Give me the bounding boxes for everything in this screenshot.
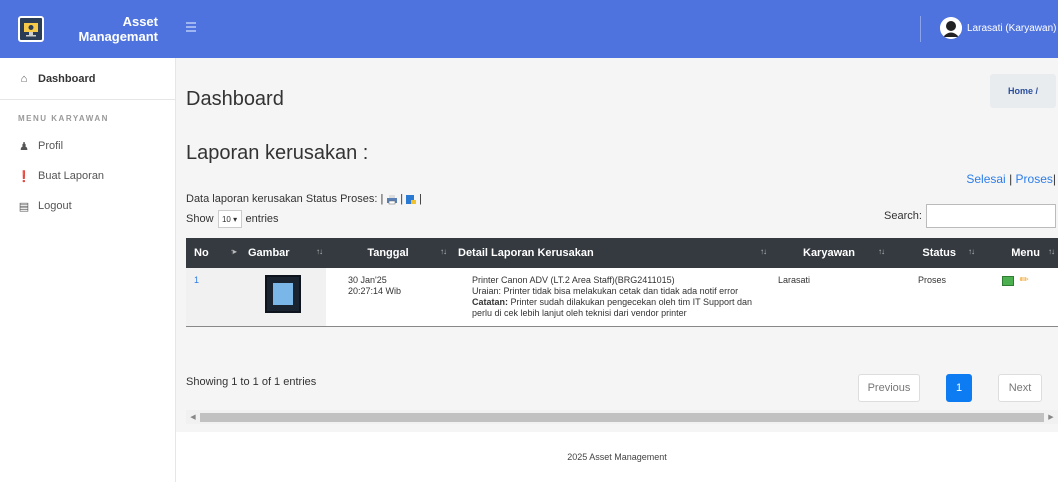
sidebar-item-label: Logout xyxy=(38,200,72,212)
edit-pencil-icon[interactable]: ✏ xyxy=(1020,275,1029,286)
footer-text: 2025 Asset Management xyxy=(567,452,667,462)
page-length-select[interactable]: 10 ▾ xyxy=(217,210,242,228)
sidebar: ⌂ Dashboard MENU KARYAWAN ♟ Profil ❗ Bua… xyxy=(0,58,176,482)
page-1-button[interactable]: 1 xyxy=(946,374,972,402)
excel-export-icon[interactable] xyxy=(405,194,417,205)
col-header-gambar[interactable]: Gambar ↑↓ xyxy=(240,238,326,268)
user-name: Larasati (Karyawan) xyxy=(967,22,1057,34)
search-control: Search: xyxy=(884,204,1056,228)
selesai-link[interactable]: Selesai xyxy=(966,172,1005,186)
table-caption: Data laporan kerusakan Status Proses: | … xyxy=(186,193,423,205)
sidebar-item-label: Profil xyxy=(38,140,64,152)
chevron-down-icon: ▾ xyxy=(233,214,238,224)
sidebar-item-label: Dashboard xyxy=(38,72,96,85)
cell-gambar xyxy=(240,268,326,327)
search-input[interactable] xyxy=(925,204,1056,228)
page-title: Dashboard xyxy=(186,88,284,110)
status-filter-links: Selesai | Proses| xyxy=(966,172,1056,186)
scrollbar-thumb[interactable] xyxy=(200,412,1044,422)
col-header-no[interactable]: No ↑▸ xyxy=(186,238,240,268)
sidebar-heading: MENU KARYAWAN xyxy=(18,114,109,123)
info-icon: ❗ xyxy=(17,170,31,183)
menu-toggle-icon[interactable] xyxy=(186,22,196,34)
print-icon[interactable] xyxy=(386,194,398,205)
brand[interactable]: Asset Managemant xyxy=(0,0,176,58)
user-menu[interactable]: Larasati (Karyawan) xyxy=(940,17,1056,39)
cell-no[interactable]: 1 xyxy=(186,268,240,327)
previous-button[interactable]: Previous xyxy=(858,374,920,402)
cell-status: Proses xyxy=(918,275,947,285)
sidebar-item-profil[interactable]: ♟ Profil xyxy=(0,131,175,161)
user-icon: ♟ xyxy=(19,140,29,153)
col-header-detail[interactable]: Detail Laporan Kerusakan ↑↓ xyxy=(450,238,770,268)
sidebar-item-buat-laporan[interactable]: ❗ Buat Laporan xyxy=(0,161,175,191)
cell-karyawan: Larasati xyxy=(778,275,811,285)
cell-menu: ✏ xyxy=(978,268,1058,327)
col-header-tanggal[interactable]: Tanggal ↑↓ xyxy=(326,238,450,268)
pagination: Previous 1 Next xyxy=(858,374,1042,402)
home-icon: ⌂ xyxy=(20,72,28,85)
sidebar-item-logout[interactable]: ▤ Logout xyxy=(0,191,175,221)
avatar xyxy=(940,17,962,39)
sidebar-item-label: Buat Laporan xyxy=(38,170,105,182)
brand-name: Asset Managemant xyxy=(78,14,158,44)
laporan-table: No ↑▸ Gambar ↑↓ Tanggal ↑↓ Detail Laporan K… xyxy=(186,238,1058,327)
footer: 2025 Asset Management xyxy=(176,432,1058,482)
main-content: Dashboard Home / Laporan kerusakan : Sel… xyxy=(176,58,1058,430)
chart-icon: ▤ xyxy=(18,200,30,213)
page-length-control: Show 10 ▾ entries xyxy=(186,210,279,228)
horizontal-scrollbar[interactable]: ◀ ▶ xyxy=(186,410,1058,424)
scroll-left-icon[interactable]: ◀ xyxy=(186,413,200,421)
next-button[interactable]: Next xyxy=(998,374,1042,402)
breadcrumb[interactable]: Home / xyxy=(990,74,1056,108)
topbar: Larasati (Karyawan) xyxy=(176,0,1058,58)
scroll-right-icon[interactable]: ▶ xyxy=(1044,413,1058,421)
col-header-karyawan[interactable]: Karyawan ↑↓ xyxy=(770,238,888,268)
image-view-icon[interactable] xyxy=(1002,275,1014,286)
sidebar-item-dashboard[interactable]: ⌂ Dashboard xyxy=(0,58,175,100)
cell-detail: Printer Canon ADV (LT.2 Area Staff)(BRG2… xyxy=(472,275,753,318)
col-header-menu[interactable]: Menu ↑↓ xyxy=(978,238,1058,268)
col-header-status[interactable]: Status ↑↓ xyxy=(888,238,978,268)
table-header-row: No ↑▸ Gambar ↑↓ Tanggal ↑↓ Detail Laporan K… xyxy=(186,238,1058,268)
table-info: Showing 1 to 1 of 1 entries xyxy=(186,376,317,388)
report-photo-thumbnail[interactable] xyxy=(265,275,301,313)
table-row: 1 30 Jan'25 20:27:14 Wib Printer Canon A… xyxy=(186,268,1058,327)
section-title: Laporan kerusakan : xyxy=(186,142,369,164)
proses-link[interactable]: Proses xyxy=(1016,172,1053,186)
cell-tanggal: 30 Jan'25 20:27:14 Wib xyxy=(348,275,402,296)
brand-logo-icon xyxy=(18,16,44,42)
topbar-divider xyxy=(920,16,921,42)
